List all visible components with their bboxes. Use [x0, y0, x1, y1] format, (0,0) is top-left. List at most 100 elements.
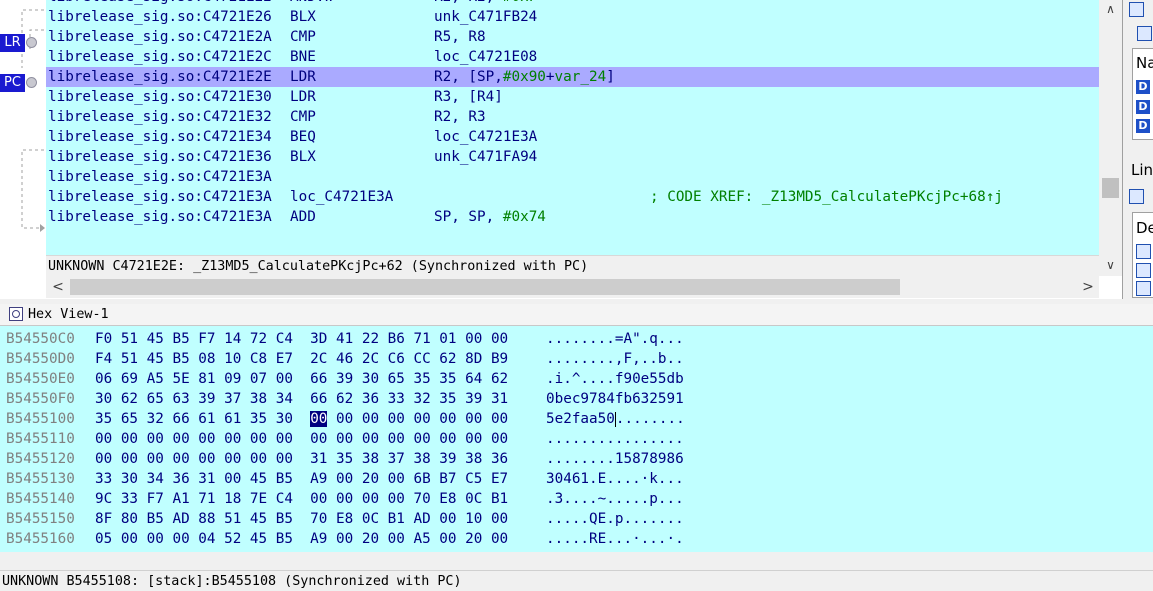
hex-row-ascii[interactable]: 30461.E....·k... [546, 469, 684, 489]
scroll-thumb[interactable] [1102, 178, 1119, 198]
hex-row-ascii[interactable]: ................ [546, 429, 684, 449]
detail-copy-icon[interactable] [1136, 244, 1151, 259]
detail-copy-icon[interactable] [1136, 263, 1151, 278]
instruction-operands[interactable]: R5, R8 [434, 27, 486, 47]
hex-dump[interactable]: B54550C0 F0 51 45 B5 F7 14 72 C4 3D 41 22… [0, 326, 1153, 552]
code-line[interactable]: librelease_sig.so:C4721E32 CMP R2, R3 [46, 107, 1099, 127]
hex-bytes-before-cursor: 35 65 32 66 61 61 35 30 [95, 411, 311, 427]
instruction-address: librelease_sig.so:C4721E34 [48, 129, 272, 145]
hex-row-ascii[interactable]: ........=A".q... [546, 329, 684, 349]
disassembly-horizontal-scrollbar[interactable]: < > [46, 276, 1099, 298]
hex-cursor-byte[interactable]: 00 [310, 411, 328, 427]
pc-marker-dot [26, 77, 37, 88]
instruction-address: librelease_sig.so:C4721E2C [48, 49, 272, 65]
scroll-up-arrow-icon[interactable]: ∧ [1099, 0, 1122, 18]
hex-row-bytes[interactable]: F0 51 45 B5 F7 14 72 C4 3D 41 22 B6 71 0… [95, 329, 508, 349]
arrow-gutter[interactable]: LR PC [0, 0, 46, 255]
hex-row-address: B54550F0 [6, 391, 75, 407]
hex-row-ascii[interactable]: 0bec9784fb632591 [546, 389, 684, 409]
scroll-down-arrow-icon[interactable]: ∨ [1099, 256, 1122, 274]
name-entry-d-icon[interactable]: D [1136, 119, 1150, 133]
hex-row-ascii[interactable]: .....QE.p....... [546, 509, 684, 529]
code-line[interactable]: librelease_sig.so:C4721E36 BLX unk_C471FA9… [46, 147, 1099, 167]
disassembly-listing[interactable]: librelease_sig.so:C4721E22 AND.W R2, R2, #… [46, 0, 1099, 255]
code-line[interactable]: librelease_sig.so:C4721E30 LDR R3, [R4] [46, 87, 1099, 107]
hex-row-ascii[interactable]: ........15878986 [546, 449, 684, 469]
instruction-operands[interactable]: SP, SP, #0x74 [434, 207, 546, 227]
instruction-operands[interactable]: R3, [R4] [434, 87, 503, 107]
hex-row[interactable]: B5455150 8F 80 B5 AD 88 51 45 B5 70 E8 0C… [0, 509, 1153, 529]
hex-row-bytes[interactable]: 9C 33 F7 A1 71 18 7E C4 00 00 00 00 70 E… [95, 489, 508, 509]
hex-row-bytes[interactable]: 33 30 34 36 31 00 45 B5 A9 00 20 00 6B B… [95, 469, 508, 489]
panel-tab-icon[interactable] [1129, 2, 1144, 17]
names-window[interactable]: Na D D D [1132, 48, 1153, 140]
disassembly-vertical-scrollbar[interactable]: ∧ ∨ [1099, 0, 1122, 276]
hex-row-ascii[interactable]: .....RE...·...·. [546, 529, 684, 549]
hex-row-ascii[interactable]: ........,F,..b.. [546, 349, 684, 369]
instruction-operands[interactable]: unk_C471FA94 [434, 147, 537, 167]
hex-row[interactable]: B5455160 05 00 00 00 04 52 45 B5 A9 00 20… [0, 529, 1153, 549]
instruction-operands[interactable]: R2, R2, #0xF [434, 0, 537, 7]
xref-comment[interactable]: ; CODE XREF: _Z13MD5_CalculatePKcjPc+68↑… [650, 187, 1003, 207]
hex-row-bytes[interactable]: 06 69 A5 5E 81 09 07 00 66 39 30 65 35 3… [95, 369, 508, 389]
name-entry-d-icon[interactable]: D [1136, 100, 1150, 114]
details-window[interactable]: De [1132, 212, 1153, 298]
code-line[interactable]: librelease_sig.so:C4721E3A ADD SP, SP, #0x… [46, 207, 1099, 227]
code-line[interactable]: librelease_sig.so:C4721E2C BNE loc_C4721E0… [46, 47, 1099, 67]
hex-row-address: B5455100 [6, 411, 75, 427]
code-line[interactable]: librelease_sig.so:C4721E22 AND.W R2, R2, #… [46, 0, 1099, 7]
instruction-operands[interactable]: loc_C4721E3A [434, 127, 537, 147]
hex-row-ascii[interactable]: .i.^....f90e55db [546, 369, 684, 389]
hex-row[interactable]: B5455120 00 00 00 00 00 00 00 00 31 35 38… [0, 449, 1153, 469]
instruction-operands[interactable]: R2, [SP,#0x90+var_24] [434, 67, 615, 87]
ascii-after-cursor: ........ [615, 411, 685, 427]
instruction-address: librelease_sig.so:C4721E32 [48, 109, 272, 125]
hex-row[interactable]: B5455130 33 30 34 36 31 00 45 B5 A9 00 20… [0, 469, 1153, 489]
operand-part: #0xF [503, 0, 537, 5]
operand-part: unk_C471FA94 [434, 149, 538, 165]
lr-marker-dot [26, 37, 37, 48]
operand-part: R3, [R4] [434, 89, 503, 105]
hex-row-bytes[interactable]: F4 51 45 B5 08 10 C8 E7 2C 46 2C C6 CC 6… [95, 349, 508, 369]
hex-row[interactable]: B5455140 9C 33 F7 A1 71 18 7E C4 00 00 00… [0, 489, 1153, 509]
scroll-right-arrow-icon[interactable]: > [1078, 276, 1098, 298]
hex-view-tab[interactable]: Hex View-1 [0, 304, 1153, 326]
hex-row-bytes[interactable]: 8F 80 B5 AD 88 51 45 B5 70 E8 0C B1 AD 0… [95, 509, 508, 529]
instruction-operands[interactable]: loc_C4721E08 [434, 47, 537, 67]
instruction-address: librelease_sig.so:C4721E22 [48, 0, 272, 7]
hex-row[interactable]: B54550E0 06 69 A5 5E 81 09 07 00 66 39 30… [0, 369, 1153, 389]
instruction-address: librelease_sig.so:C4721E2E [48, 69, 272, 85]
name-entry-d-icon[interactable]: D [1136, 80, 1150, 94]
ascii-before-cursor: 5e2faa50 [546, 411, 615, 427]
disassembly-status-bar: UNKNOWN C4721E2E: _Z13MD5_CalculatePKcjP… [46, 255, 1099, 277]
current-instruction-line[interactable]: librelease_sig.so:C4721E2E LDR R2, [SP,#0x… [46, 67, 1099, 87]
hex-row-bytes[interactable]: 35 65 32 66 61 61 35 30 00 00 00 00 00 0… [95, 409, 508, 429]
hex-row-ascii[interactable]: .3....~.....p... [546, 489, 684, 509]
hex-row-bytes[interactable]: 00 00 00 00 00 00 00 00 31 35 38 37 38 3… [95, 449, 508, 469]
scroll-left-arrow-icon[interactable]: < [48, 276, 68, 298]
hex-row-address: B5455140 [6, 491, 75, 507]
instruction-address: librelease_sig.so:C4721E3A [48, 209, 272, 225]
instruction-operands[interactable]: unk_C471FB24 [434, 7, 537, 27]
code-line[interactable]: librelease_sig.so:C4721E3A loc_C4721E3A ; … [46, 187, 1099, 207]
hex-row[interactable]: B54550F0 30 62 65 63 39 37 38 34 66 62 36… [0, 389, 1153, 409]
hex-row-bytes[interactable]: 05 00 00 00 04 52 45 B5 A9 00 20 00 A5 0… [95, 529, 508, 549]
hex-row-bytes[interactable]: 00 00 00 00 00 00 00 00 00 00 00 00 00 0… [95, 429, 508, 449]
horizontal-scroll-thumb[interactable] [70, 279, 900, 295]
hex-row-ascii[interactable]: 5e2faa50........ [546, 409, 685, 429]
detail-copy-icon[interactable] [1136, 281, 1151, 296]
hex-row[interactable]: B54550C0 F0 51 45 B5 F7 14 72 C4 3D 41 22… [0, 329, 1153, 349]
code-line[interactable]: librelease_sig.so:C4721E26 BLX unk_C471FB2… [46, 7, 1099, 27]
hex-row-selected[interactable]: B5455100 35 65 32 66 61 61 35 30 00 00 00… [0, 409, 1153, 429]
hex-row[interactable]: B5455110 00 00 00 00 00 00 00 00 00 00 00… [0, 429, 1153, 449]
operand-part: ] [606, 69, 615, 85]
details-tab-icon[interactable] [1129, 189, 1144, 204]
operand-part: R2, R3 [434, 109, 486, 125]
hex-row[interactable]: B54550D0 F4 51 45 B5 08 10 C8 E7 2C 46 2C… [0, 349, 1153, 369]
code-line[interactable]: librelease_sig.so:C4721E2A CMP R5, R8 [46, 27, 1099, 47]
instruction-operands[interactable]: R2, R3 [434, 107, 486, 127]
hex-row-bytes[interactable]: 30 62 65 63 39 37 38 34 66 62 36 33 32 3… [95, 389, 508, 409]
code-line[interactable]: librelease_sig.so:C4721E3A [46, 167, 1099, 187]
code-line[interactable]: librelease_sig.so:C4721E34 BEQ loc_C4721E3… [46, 127, 1099, 147]
names-tab-icon[interactable] [1137, 26, 1152, 41]
